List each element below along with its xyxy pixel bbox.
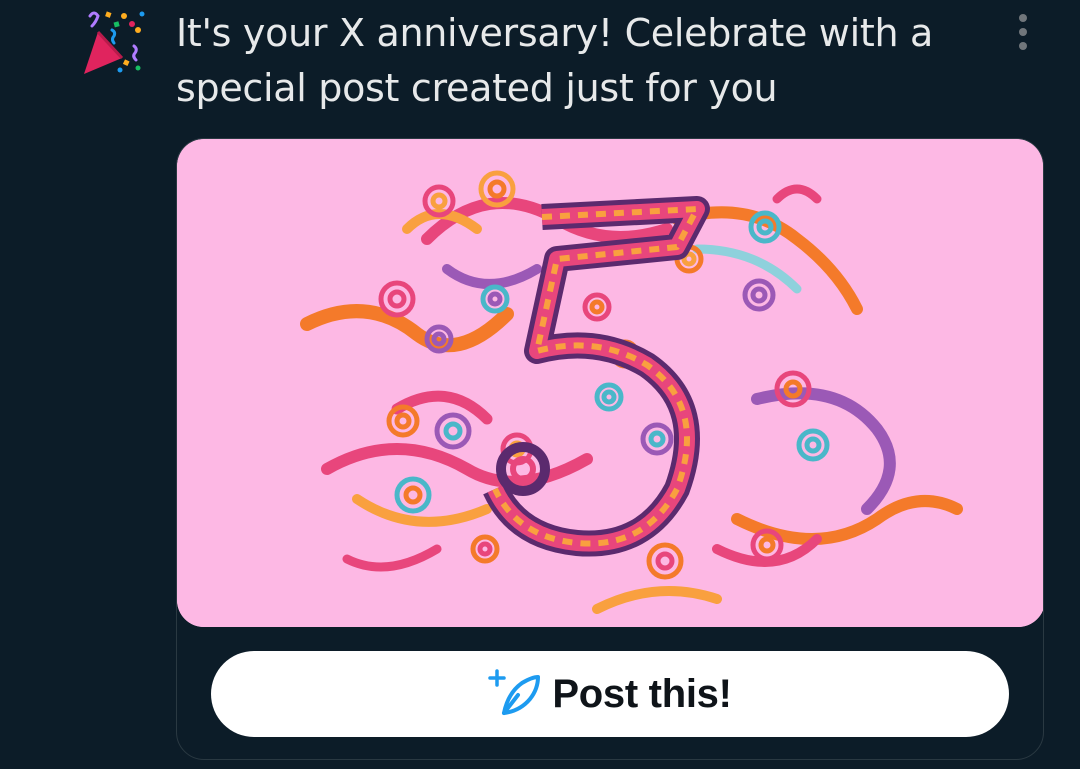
notification-text: It's your X anniversary! Celebrate with …: [176, 11, 933, 110]
more-vertical-icon: [1019, 14, 1027, 50]
anniversary-artwork[interactable]: [177, 139, 1043, 627]
party-popper-icon: [76, 8, 152, 78]
notification-page: It's your X anniversary! Celebrate with …: [0, 0, 1080, 769]
post-this-label: Post this!: [552, 671, 732, 716]
post-this-button[interactable]: Post this!: [211, 651, 1009, 737]
anniversary-card: Post this!: [176, 138, 1044, 760]
compose-post-icon: [488, 669, 541, 715]
more-options-button[interactable]: [1006, 12, 1040, 52]
